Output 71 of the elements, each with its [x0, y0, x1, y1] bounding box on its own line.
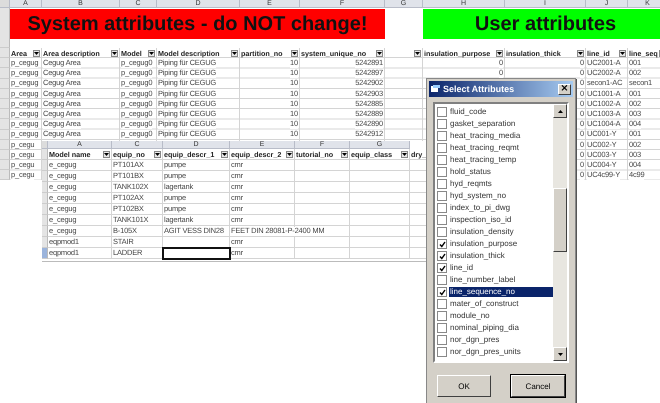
checkbox[interactable]: [437, 323, 447, 333]
window-title: Select Attributes: [443, 84, 516, 94]
filter-dropdown-button[interactable]: [286, 151, 293, 158]
close-button[interactable]: ×: [558, 84, 571, 94]
list-item[interactable]: inspection_iso_id: [449, 215, 553, 225]
active-cell[interactable]: [163, 248, 230, 259]
scroll-up-icon[interactable]: [558, 110, 562, 112]
list-item[interactable]: nor_dgn_pres: [449, 335, 553, 345]
filter-dropdown-button[interactable]: [619, 50, 626, 57]
scrollbar[interactable]: [553, 104, 567, 361]
scroll-down-icon[interactable]: [558, 352, 562, 356]
filter-dropdown-button[interactable]: [376, 50, 383, 57]
filter-dropdown-button[interactable]: [111, 50, 118, 57]
app-icon: [431, 85, 440, 93]
checkbox[interactable]: [437, 191, 447, 201]
checkbox[interactable]: [437, 311, 447, 321]
filter-dropdown-button[interactable]: [291, 50, 298, 57]
checkbox[interactable]: [437, 167, 447, 177]
list-item[interactable]: hyd_reqmts: [449, 179, 553, 189]
checkbox[interactable]: [437, 335, 447, 345]
filter-dropdown-button[interactable]: [33, 50, 40, 57]
checkbox[interactable]: [437, 215, 447, 225]
list-item[interactable]: hyd_system_no: [449, 191, 553, 201]
checkbox[interactable]: [437, 131, 447, 141]
checkbox[interactable]: [437, 287, 447, 297]
filter-dropdown-button[interactable]: [231, 50, 238, 57]
checkbox[interactable]: [437, 251, 447, 261]
banner: System attributes - do NOT change!: [10, 9, 385, 39]
list-item[interactable]: line_id: [449, 263, 553, 273]
filter-dropdown-button[interactable]: [401, 151, 408, 158]
checkbox[interactable]: [437, 107, 447, 117]
checkbox[interactable]: [437, 275, 447, 285]
list-item[interactable]: line_number_label: [449, 275, 553, 285]
list-item[interactable]: insulation_purpose: [449, 239, 553, 249]
row-header[interactable]: [0, 170, 10, 180]
filter-dropdown-button[interactable]: [341, 151, 348, 158]
checkbox[interactable]: [437, 299, 447, 309]
checkbox[interactable]: [437, 143, 447, 153]
checkbox[interactable]: [437, 155, 447, 165]
dialog-button[interactable]: Cancel: [511, 375, 565, 397]
list-item[interactable]: nor_dgn_pres_units: [449, 347, 553, 357]
checkbox[interactable]: [437, 227, 447, 237]
checkbox[interactable]: [437, 347, 447, 357]
list-item[interactable]: fluid_code: [449, 107, 553, 117]
list-item[interactable]: gasket_separation: [449, 119, 553, 129]
filter-dropdown-button[interactable]: [154, 151, 161, 158]
checkbox[interactable]: [437, 179, 447, 189]
banner: User attributes: [423, 9, 660, 39]
list-item[interactable]: insulation_thick: [449, 251, 553, 261]
list-item[interactable]: nominal_piping_dia: [449, 323, 553, 333]
checkbox[interactable]: [437, 119, 447, 129]
checkbox[interactable]: [437, 263, 447, 273]
list-item[interactable]: heat_tracing_reqmt: [449, 143, 553, 153]
dialog-button[interactable]: OK: [437, 375, 491, 397]
filter-dropdown-button[interactable]: [414, 50, 421, 57]
list-item[interactable]: insulation_density: [449, 227, 553, 237]
filter-dropdown-button[interactable]: [148, 50, 155, 57]
checkbox[interactable]: [437, 203, 447, 213]
list-item[interactable]: mater_of_construct: [449, 299, 553, 309]
list-item[interactable]: line_sequence_no: [449, 287, 553, 297]
scroll-thumb[interactable]: [553, 188, 567, 252]
list-item[interactable]: module_no: [449, 311, 553, 321]
filter-dropdown-button[interactable]: [496, 50, 503, 57]
filter-dropdown-button[interactable]: [221, 151, 228, 158]
checkbox[interactable]: [437, 239, 447, 249]
list-item[interactable]: index_to_pi_dwg: [449, 203, 553, 213]
filter-dropdown-button[interactable]: [103, 151, 110, 158]
list-item[interactable]: hold_status: [449, 167, 553, 177]
list-item[interactable]: heat_tracing_media: [449, 131, 553, 141]
filter-dropdown-button[interactable]: [577, 50, 584, 57]
list-item[interactable]: heat_tracing_temp: [449, 155, 553, 165]
